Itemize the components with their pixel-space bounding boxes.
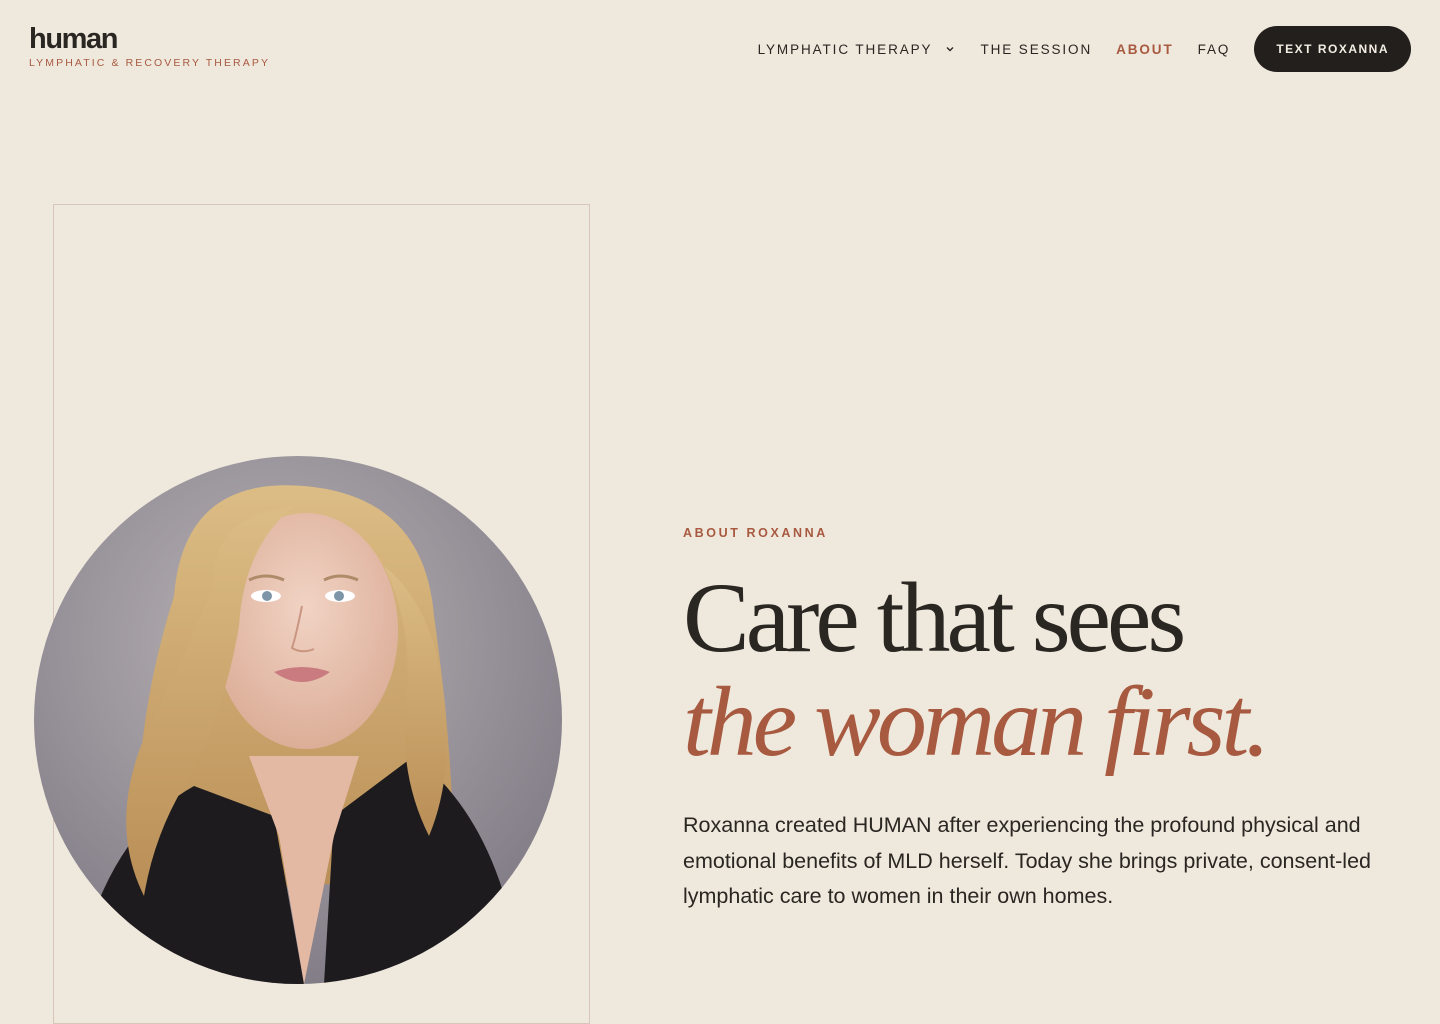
nav-item-lymphatic-therapy[interactable]: LYMPHATIC THERAPY xyxy=(758,42,957,57)
chevron-down-icon xyxy=(946,47,954,52)
text-roxanna-button[interactable]: TEXT ROXANNA xyxy=(1254,26,1411,72)
main-navigation: LYMPHATIC THERAPY THE SESSION ABOUT FAQ … xyxy=(758,26,1411,72)
portrait-photo xyxy=(34,456,562,984)
section-eyebrow: ABOUT ROXANNA xyxy=(683,526,828,540)
nav-item-about[interactable]: ABOUT xyxy=(1116,42,1174,57)
nav-item-faq[interactable]: FAQ xyxy=(1198,42,1231,57)
headline-line-1: Care that sees xyxy=(683,562,1186,673)
brand-wordmark: human xyxy=(29,23,118,55)
brand-logo[interactable]: human LYMPHATIC & RECOVERY THERAPY xyxy=(29,24,270,69)
nav-item-the-session[interactable]: THE SESSION xyxy=(980,42,1092,57)
brand-tagline: LYMPHATIC & RECOVERY THERAPY xyxy=(29,57,271,69)
headline-line-2: the woman first. xyxy=(683,666,1270,777)
portrait-illustration xyxy=(34,456,562,984)
nav-item-label: LYMPHATIC THERAPY xyxy=(757,41,933,57)
hero-headline: Care that sees the woman first. xyxy=(683,562,1270,777)
about-paragraph: Roxanna created HUMAN after experiencing… xyxy=(683,813,1371,908)
